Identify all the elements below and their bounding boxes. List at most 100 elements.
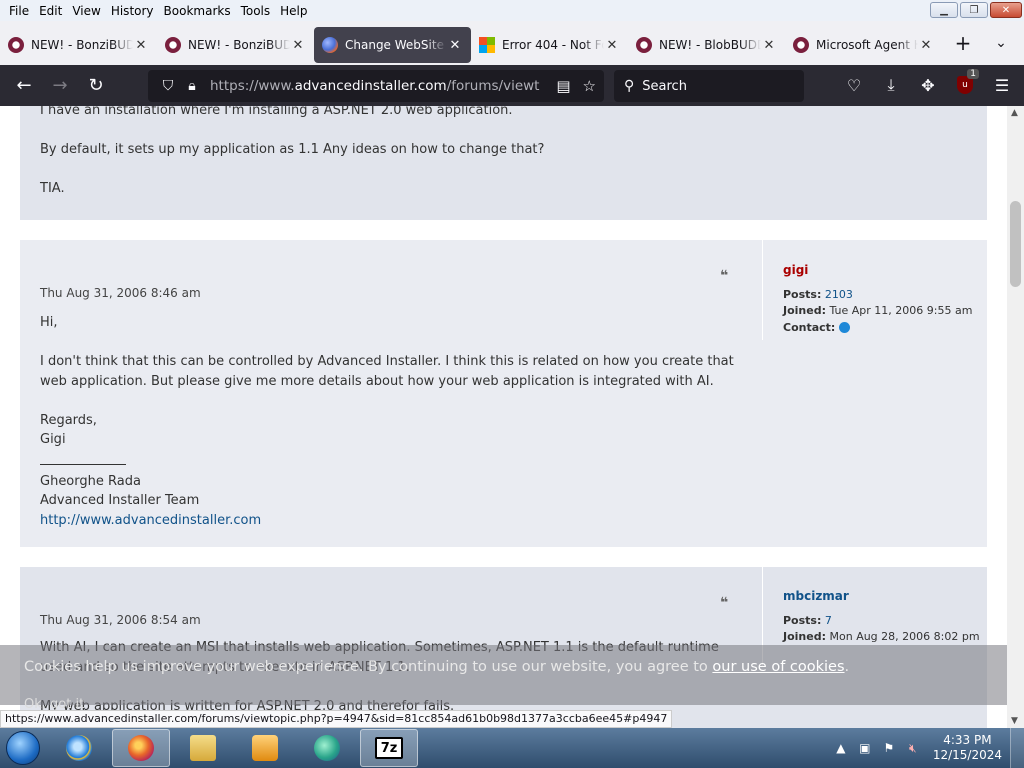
page-content: I have an installation where I'm install…: [0, 106, 1007, 728]
tab-change-website[interactable]: Change WebSite to ASP.NET ✕: [314, 27, 471, 63]
close-tab-icon[interactable]: ✕: [918, 38, 934, 53]
menu-history[interactable]: History: [106, 4, 159, 18]
tab-label: NEW! - BonziBUDDY: [31, 38, 133, 52]
new-tab-button[interactable]: +: [946, 31, 980, 55]
url-bar[interactable]: ⛉ 🔒︎ https://www.advancedinstaller.com/f…: [148, 70, 604, 102]
menu-tools[interactable]: Tools: [236, 4, 276, 18]
clock-date: 12/15/2024: [932, 748, 1002, 762]
joined-label: Joined:: [783, 304, 826, 317]
menu-bookmarks[interactable]: Bookmarks: [159, 4, 236, 18]
tab-error-404[interactable]: Error 404 - Not Found ✕: [471, 27, 628, 63]
close-tab-icon[interactable]: ✕: [604, 38, 620, 53]
quote-icon[interactable]: ❝: [720, 595, 728, 611]
taskbar-app-agent[interactable]: [298, 729, 356, 767]
reload-button[interactable]: ↻: [78, 70, 114, 102]
nav-toolbar: ← → ↻ ⛉ 🔒︎ https://www.advancedinstaller…: [0, 65, 1024, 106]
post-date: Thu Aug 31, 2006 8:54 am: [40, 613, 201, 627]
author-joined: Joined: Mon Aug 28, 2006 8:02 pm: [783, 629, 980, 646]
restore-button[interactable]: ❐: [960, 2, 988, 18]
downloads-icon[interactable]: ⤓: [877, 71, 905, 99]
tab-label: Error 404 - Not Found: [502, 38, 604, 52]
scroll-down-icon[interactable]: ▼: [1011, 716, 1018, 726]
taskbar-app-7zip[interactable]: 7z: [360, 729, 418, 767]
author-posts: Posts: 7: [783, 613, 980, 630]
hamburger-menu-icon[interactable]: ☰: [988, 71, 1016, 99]
bookmark-star-icon[interactable]: ☆: [583, 77, 596, 95]
post-date: Thu Aug 31, 2006 8:46 am: [40, 286, 201, 300]
menu-help[interactable]: Help: [275, 4, 312, 18]
bonzi-icon: [636, 37, 652, 53]
search-bar[interactable]: ⚲ Search: [614, 70, 804, 102]
url-path: /forums/viewtopic.php: [446, 78, 540, 94]
ublock-icon[interactable]: u 1: [951, 69, 979, 99]
posts-count[interactable]: 2103: [825, 288, 853, 301]
scroll-up-icon[interactable]: ▲: [1011, 108, 1018, 118]
tab-bonzibuddy-1[interactable]: NEW! - BonziBUDDY ✕: [0, 27, 157, 63]
close-tab-icon[interactable]: ✕: [133, 38, 149, 53]
post-paragraph: I don't think that this can be controlle…: [40, 354, 734, 389]
author-name[interactable]: mbcizmar: [783, 588, 980, 605]
url-domain: advancedinstaller.com: [294, 78, 447, 94]
post-profile: gigi Posts: 2103 Joined: Tue Apr 11, 200…: [783, 262, 972, 336]
posts-label: Posts:: [783, 287, 822, 301]
cookie-policy-link[interactable]: our use of cookies: [712, 659, 844, 675]
contact-icon[interactable]: [839, 322, 851, 333]
vertical-scrollbar[interactable]: ▲ ▼: [1007, 106, 1024, 728]
menu-view[interactable]: View: [67, 4, 105, 18]
microsoft-icon: [479, 37, 495, 53]
minimize-button[interactable]: ▁: [930, 2, 958, 18]
reader-view-icon[interactable]: ▤: [556, 77, 570, 95]
shield-icon[interactable]: ⛉: [156, 78, 180, 94]
taskbar-app-ie[interactable]: [50, 729, 108, 767]
action-center-flag-icon[interactable]: ⚑: [879, 741, 899, 755]
post-greeting: Hi,: [40, 315, 58, 330]
close-window-button[interactable]: ✕: [990, 2, 1022, 18]
close-tab-icon[interactable]: ✕: [290, 38, 306, 53]
volume-muted-icon[interactable]: 🔇︎: [903, 741, 923, 756]
taskbar: 7z ▲ ▣ ⚑ 🔇︎ 4:33 PM 12/15/2024: [0, 728, 1024, 768]
taskbar-app-firefox[interactable]: [112, 729, 170, 767]
pocket-icon[interactable]: ♡: [840, 71, 868, 99]
forum-post: ❝ Thu Aug 31, 2006 8:46 am Hi, I don't t…: [20, 240, 987, 547]
system-tray: ▲ ▣ ⚑ 🔇︎ 4:33 PM 12/15/2024: [829, 728, 1024, 768]
menu-bar: File Edit View History Bookmarks Tools H…: [0, 0, 1024, 21]
lock-icon[interactable]: 🔒︎: [180, 78, 204, 94]
cookie-banner: Cookies help us improve your web experie…: [0, 645, 1007, 712]
menu-edit[interactable]: Edit: [34, 4, 67, 18]
tab-label: NEW! - BonziBUDDY: [188, 38, 290, 52]
extension-badge: 1: [967, 69, 979, 79]
tab-bonzibuddy-2[interactable]: NEW! - BonziBUDDY ✕: [157, 27, 314, 63]
post-body: I have an installation where I'm install…: [40, 106, 740, 199]
author-posts: Posts: 2103: [783, 287, 972, 304]
show-hidden-icons-icon[interactable]: ▲: [831, 741, 851, 755]
forward-button[interactable]: →: [42, 70, 78, 102]
signature-link[interactable]: http://www.advancedinstaller.com: [40, 511, 740, 531]
back-button[interactable]: ←: [6, 70, 42, 102]
menu-file[interactable]: File: [4, 4, 34, 18]
close-tab-icon[interactable]: ✕: [447, 38, 463, 53]
extensions-icon[interactable]: ✥: [914, 71, 942, 99]
tab-microsoft-agent[interactable]: Microsoft Agent Help ✕: [785, 27, 942, 63]
show-desktop-button[interactable]: [1010, 728, 1024, 768]
close-tab-icon[interactable]: ✕: [761, 38, 777, 53]
network-icon[interactable]: ▣: [855, 741, 875, 755]
url-text[interactable]: https://www.advancedinstaller.com/forums…: [210, 78, 540, 94]
quote-icon[interactable]: ❝: [720, 268, 728, 284]
taskbar-app-explorer[interactable]: [174, 729, 232, 767]
signature-team: Advanced Installer Team: [40, 493, 200, 508]
author-name[interactable]: gigi: [783, 262, 972, 279]
list-all-tabs-button[interactable]: ⌄: [984, 35, 1018, 51]
clock-time: 4:33 PM: [943, 733, 992, 747]
clock[interactable]: 4:33 PM 12/15/2024: [933, 733, 1002, 763]
posts-count[interactable]: 7: [825, 614, 832, 627]
search-placeholder: Search: [642, 78, 687, 94]
cookie-text: Cookies help us improve your web experie…: [24, 659, 849, 675]
post-line: I have an installation where I'm install…: [40, 106, 513, 118]
url-prefix: https://www.: [210, 78, 295, 94]
taskbar-app-media[interactable]: [236, 729, 294, 767]
scrollbar-thumb[interactable]: [1010, 201, 1021, 287]
joined-date: Tue Apr 11, 2006 9:55 am: [829, 304, 973, 317]
start-button[interactable]: [0, 728, 46, 768]
file-explorer-icon: [190, 735, 216, 761]
tab-blobbuddy[interactable]: NEW! - BlobBUDDY ✕: [628, 27, 785, 63]
